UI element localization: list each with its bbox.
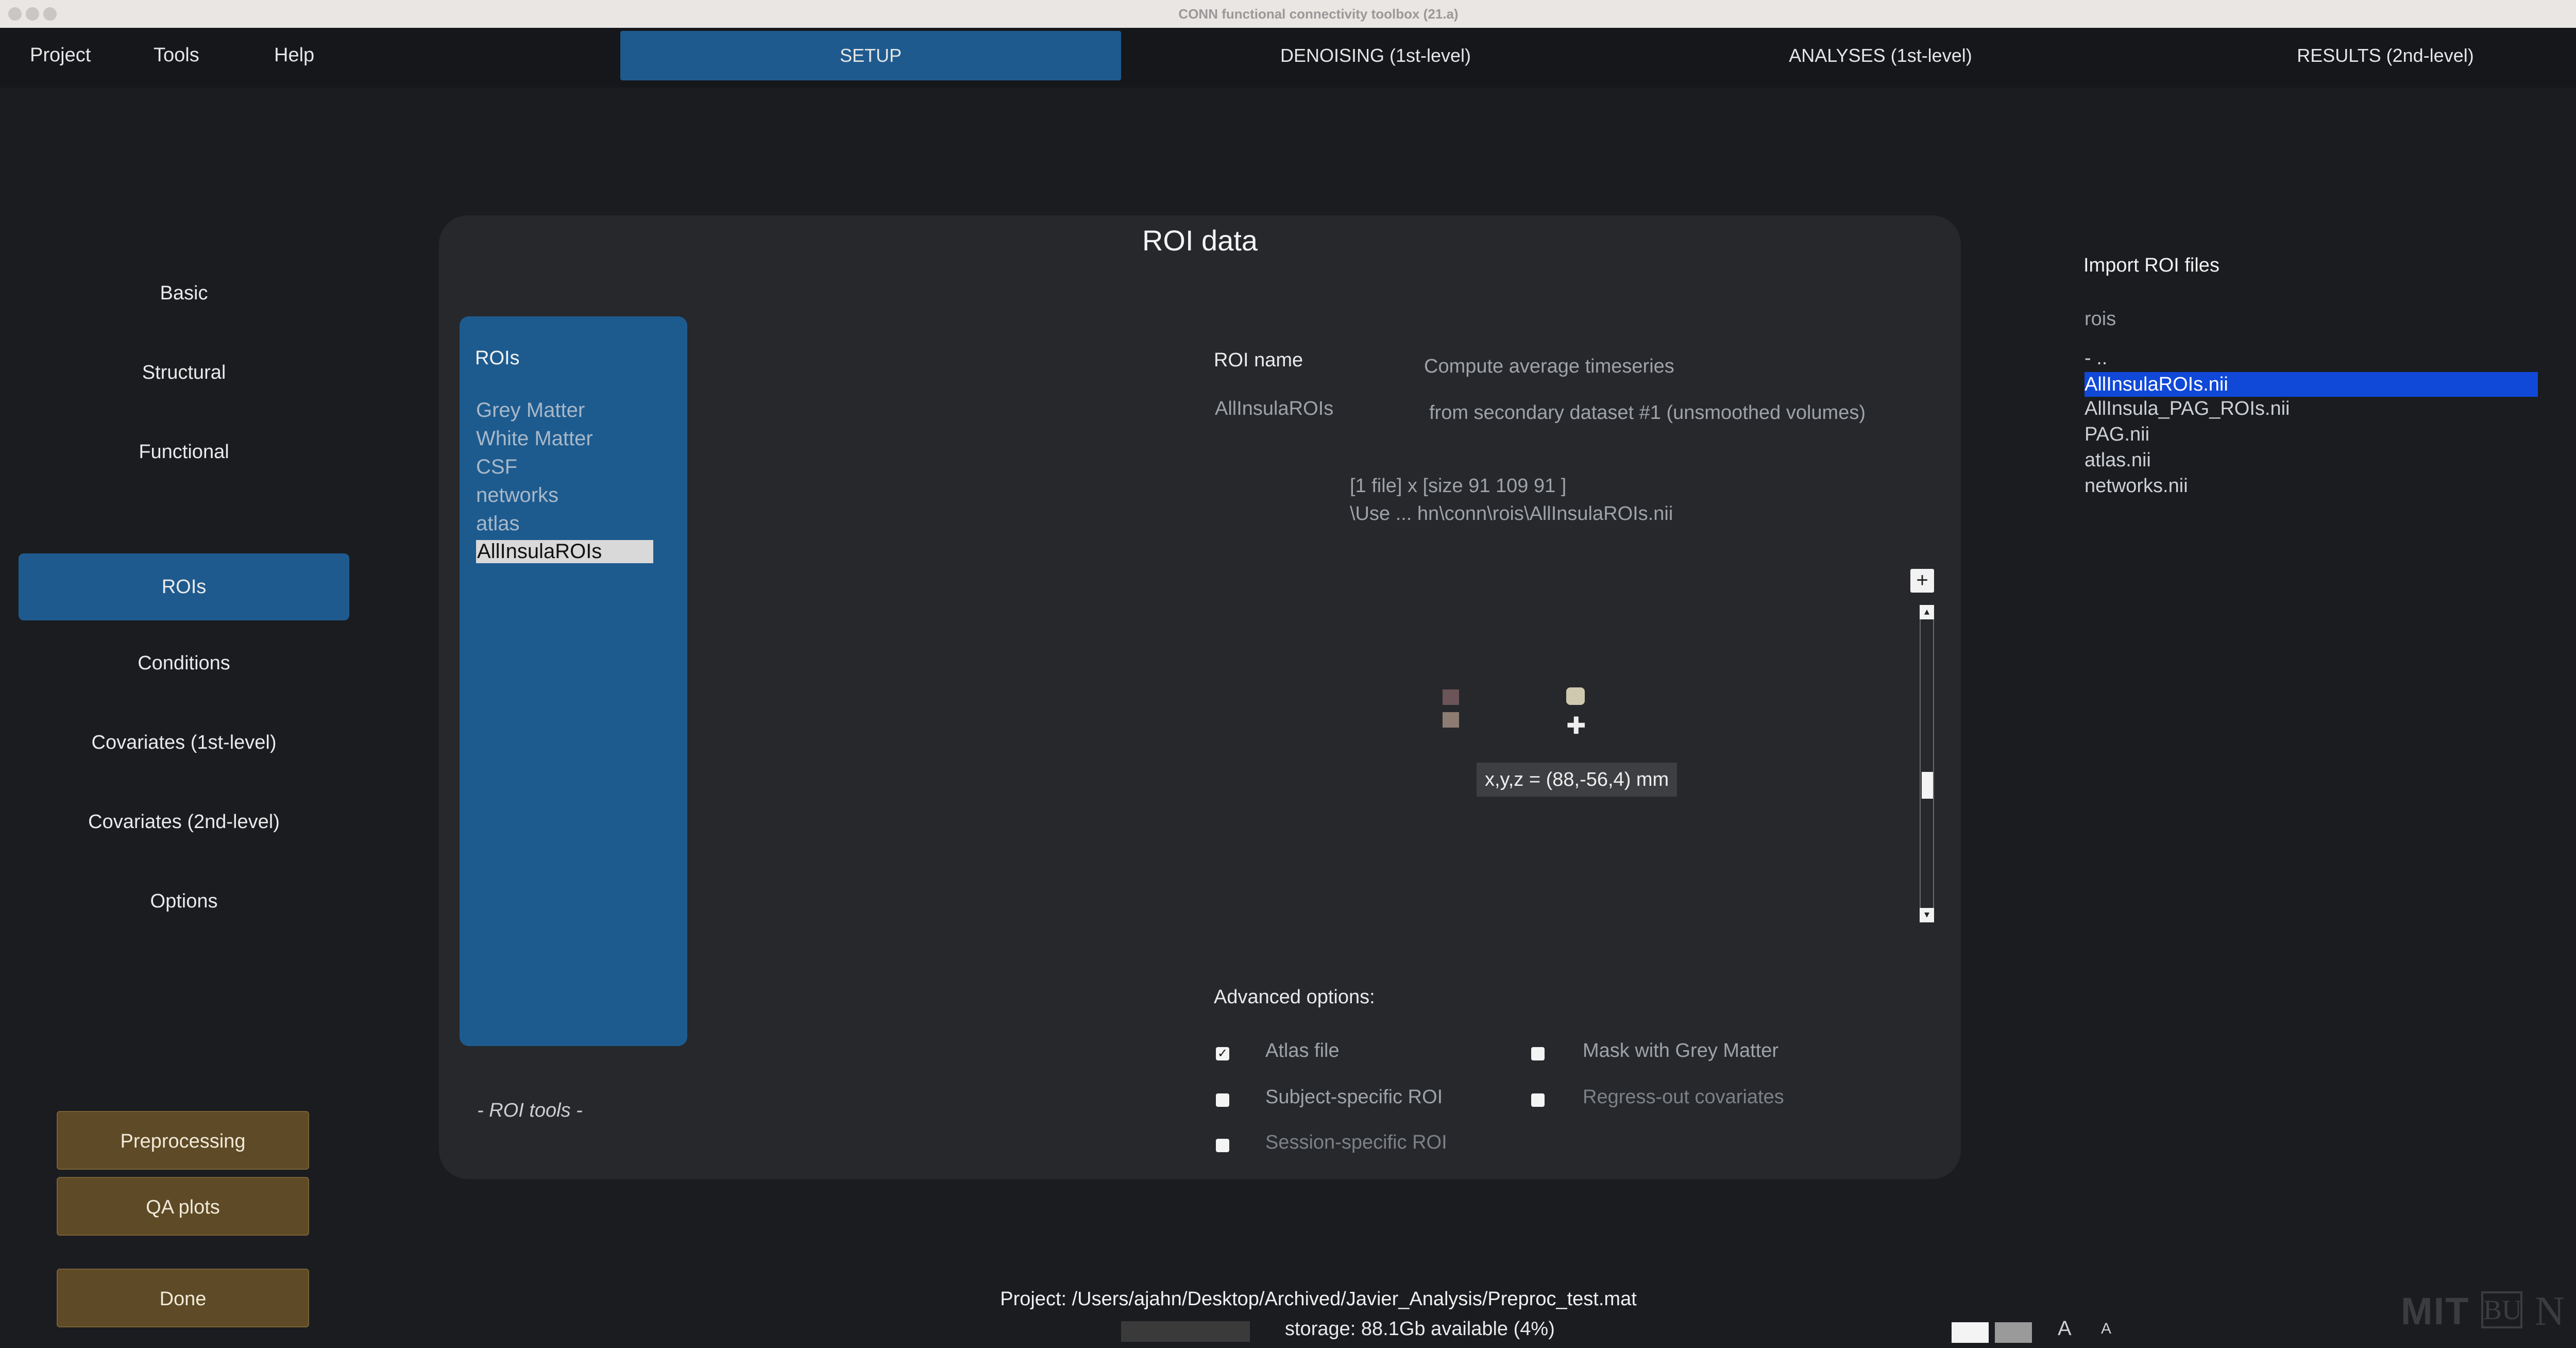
tab-denoising[interactable]: DENOISING (1st-level) [1200, 31, 1551, 80]
subject-specific-checkbox[interactable] [1216, 1093, 1229, 1107]
mit-logo: MIT [2401, 1290, 2470, 1333]
menu-project[interactable]: Project [30, 44, 91, 66]
theme-grey-swatch[interactable] [1995, 1322, 2032, 1343]
tab-setup[interactable]: SETUP [620, 31, 1121, 80]
crosshair-icon: ✚ [1566, 712, 1586, 739]
sidebar-item-structural[interactable]: Structural [19, 362, 349, 384]
sidebar-item-covariates-2nd[interactable]: Covariates (2nd-level) [19, 811, 349, 833]
scroll-thumb[interactable] [1922, 772, 1933, 799]
roi-item-allinsularois[interactable]: AllInsulaROIs [476, 540, 653, 563]
zoom-in-button[interactable]: + [1910, 569, 1934, 593]
qa-plots-button[interactable]: QA plots [57, 1177, 309, 1236]
storage-bar [1121, 1321, 1250, 1342]
file-item-allinsularois[interactable]: AllInsulaROIs.nii [2084, 372, 2538, 397]
roi-voxel-left-upper [1443, 689, 1459, 705]
regress-out-checkbox[interactable] [1531, 1093, 1545, 1107]
scroll-down-arrow-icon[interactable]: ▾ [1920, 908, 1934, 922]
file-item-atlas[interactable]: atlas.nii [2084, 449, 2151, 471]
window-title: CONN functional connectivity toolbox (21… [1178, 6, 1459, 22]
file-item-parent[interactable]: - .. [2084, 347, 2107, 369]
roi-list-header: ROIs [475, 347, 520, 369]
file-item-allinsula-pag[interactable]: AllInsula_PAG_ROIs.nii [2084, 398, 2290, 420]
preprocessing-button[interactable]: Preprocessing [57, 1111, 309, 1170]
sidebar-item-conditions[interactable]: Conditions [19, 652, 349, 675]
bu-logo: BU [2481, 1291, 2522, 1328]
scroll-up-arrow-icon[interactable]: ▴ [1920, 605, 1934, 619]
window-titlebar: CONN functional connectivity toolbox (21… [0, 0, 2576, 28]
sidebar-item-rois[interactable]: ROIs [19, 553, 349, 620]
roi-name-field[interactable]: AllInsulaROIs [1215, 398, 1333, 420]
subject-specific-label: Subject-specific ROI [1265, 1086, 1443, 1108]
regress-out-label: Regress-out covariates [1583, 1086, 1784, 1108]
roi-list[interactable]: ROIs Grey Matter White Matter CSF networ… [460, 316, 687, 1046]
roi-item-white-matter[interactable]: White Matter [476, 427, 593, 450]
storage-status: storage: 88.1Gb available (4%) [1285, 1318, 1555, 1340]
file-item-pag[interactable]: PAG.nii [2084, 424, 2149, 446]
theme-light-swatch[interactable] [1952, 1322, 1989, 1343]
sidebar-item-covariates-1st[interactable]: Covariates (1st-level) [19, 732, 349, 754]
file-item-networks[interactable]: networks.nii [2084, 475, 2188, 497]
session-specific-checkbox[interactable] [1216, 1139, 1229, 1152]
mask-grey-matter-label: Mask with Grey Matter [1583, 1040, 1779, 1061]
panel-title: ROI data [1142, 224, 1258, 257]
session-specific-label: Session-specific ROI [1265, 1132, 1447, 1153]
roi-tools-menu[interactable]: - ROI tools - [477, 1100, 583, 1122]
atlas-file-checkbox[interactable]: ✓ [1216, 1047, 1229, 1060]
mask-grey-matter-checkbox[interactable] [1531, 1047, 1545, 1060]
font-size-large-button[interactable]: A [2058, 1317, 2072, 1340]
sidebar-item-basic[interactable]: Basic [19, 282, 349, 305]
compute-average-timeseries[interactable]: Compute average timeseries [1424, 356, 1674, 378]
import-roi-title: Import ROI files [2083, 255, 2219, 276]
roi-file-info[interactable]: [1 file] x [size 91 109 91 ] [1350, 475, 1566, 497]
sidebar-item-options[interactable]: Options [19, 890, 349, 913]
menu-bar: Project Tools Help SETUP DENOISING (1st-… [0, 28, 2576, 88]
roi-voxel-left-lower [1443, 712, 1459, 728]
coordinate-readout: x,y,z = (88,-56,4) mm [1477, 763, 1677, 797]
roi-name-label: ROI name [1214, 349, 1303, 371]
sidebar-item-functional[interactable]: Functional [19, 441, 349, 463]
n-logo: N [2535, 1289, 2565, 1334]
tab-analyses[interactable]: ANALYSES (1st-level) [1705, 31, 2056, 80]
roi-item-grey-matter[interactable]: Grey Matter [476, 399, 585, 422]
roi-item-atlas[interactable]: atlas [476, 512, 520, 535]
roi-item-networks[interactable]: networks [476, 484, 558, 507]
font-size-small-button[interactable]: A [2101, 1320, 2111, 1338]
menu-tools[interactable]: Tools [154, 44, 199, 66]
tab-results[interactable]: RESULTS (2nd-level) [2210, 31, 2561, 80]
slice-scrollbar[interactable] [1920, 605, 1934, 922]
menu-help[interactable]: Help [274, 44, 314, 66]
project-path: Project: /Users/ajahn/Desktop/Archived/J… [1000, 1288, 1637, 1310]
import-folder-label[interactable]: rois [2084, 308, 2116, 330]
source-dataset-select[interactable]: from secondary dataset #1 (unsmoothed vo… [1429, 402, 1866, 424]
advanced-options-title: Advanced options: [1214, 986, 1375, 1008]
atlas-file-label: Atlas file [1265, 1040, 1340, 1061]
roi-item-csf[interactable]: CSF [476, 456, 517, 479]
roi-voxel-right [1566, 687, 1585, 705]
roi-file-path[interactable]: \Use ... hn\conn\rois\AllInsulaROIs.nii [1350, 503, 1673, 525]
